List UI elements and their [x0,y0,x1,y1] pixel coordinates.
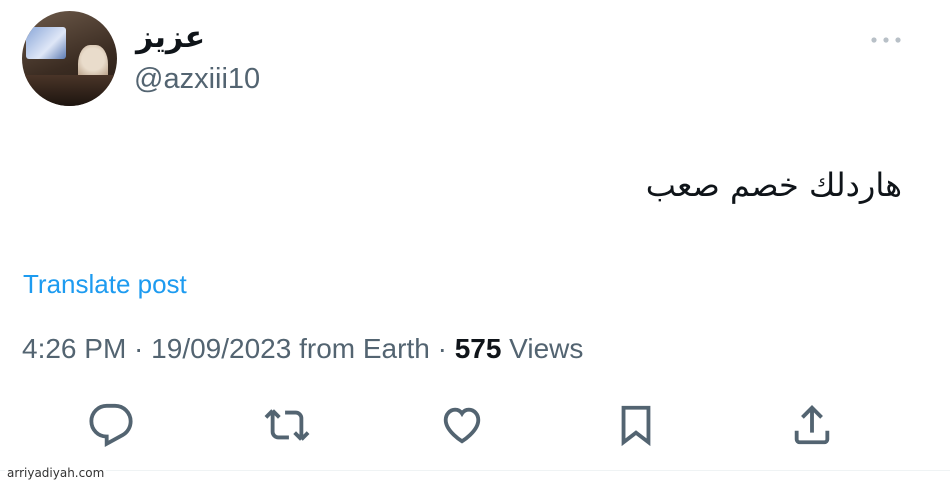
meta-separator: · [126,333,152,364]
more-options-button[interactable] [866,24,906,56]
action-bar [0,400,950,450]
translate-post-link[interactable]: Translate post [23,269,187,300]
avatar-photo-screen [26,27,66,59]
avatar-photo-shelf [22,75,117,106]
bookmark-icon [621,405,651,447]
watermark: arriyadiyah.com [5,466,107,480]
tweet-source: from Earth [291,333,430,364]
reply-icon [89,403,133,448]
tweet-meta: 4:26 PM · 19/09/2023 from Earth · 575 Vi… [22,333,583,365]
more-dots-icon [871,37,901,43]
author-handle[interactable]: @azxiii10 [134,63,260,96]
tweet-date[interactable]: 19/09/2023 [151,333,291,364]
retweet-icon [264,409,310,441]
like-icon [443,407,481,444]
retweet-button[interactable] [262,400,312,450]
like-button[interactable] [437,400,487,450]
meta-separator: · [429,333,455,364]
avatar[interactable] [22,11,117,106]
bottom-divider [0,470,950,471]
reply-button[interactable] [86,400,136,450]
bookmark-button[interactable] [611,400,661,450]
share-button[interactable] [787,400,837,450]
author-display-name[interactable]: عزيز [136,20,205,55]
views-label[interactable]: Views [501,333,583,364]
tweet-time[interactable]: 4:26 PM [22,333,126,364]
views-count[interactable]: 575 [455,333,502,364]
tweet-text: هاردلك خصم صعب [645,166,902,204]
share-icon [794,405,830,445]
